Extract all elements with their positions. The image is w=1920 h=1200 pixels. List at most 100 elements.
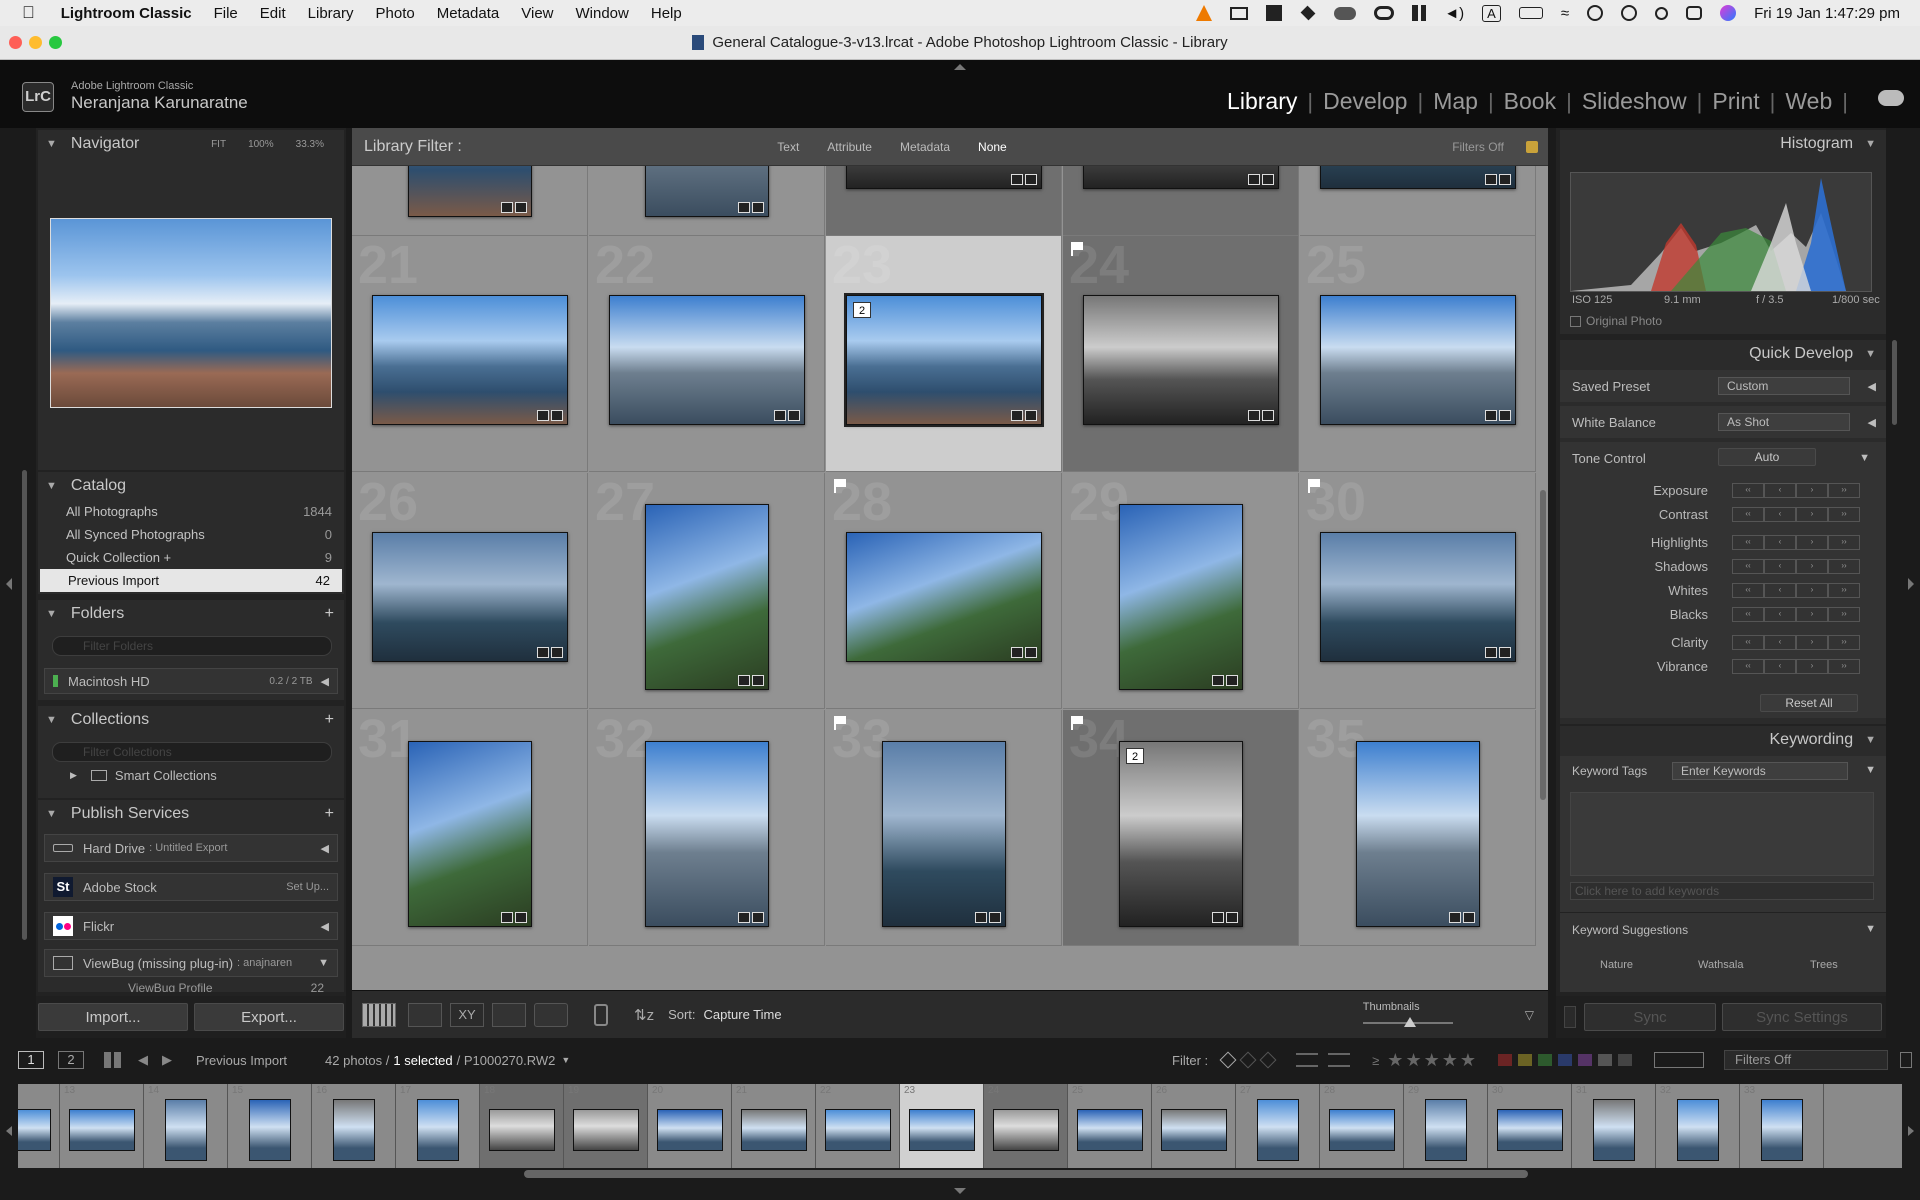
publish-viewbug[interactable]: ViewBug (missing plug-in): anajnaren ▼ xyxy=(44,949,338,977)
creative-cloud-icon[interactable] xyxy=(1374,6,1395,20)
disclosure-triangle-icon[interactable]: ◀ xyxy=(321,675,329,688)
edit-badge-icon[interactable] xyxy=(515,912,527,923)
add-keywords-input[interactable]: Click here to add keywords xyxy=(1570,882,1874,900)
module-slideshow[interactable]: Slideshow xyxy=(1582,88,1687,115)
keyword-suggestion-wathsala[interactable]: Wathsala xyxy=(1698,959,1743,971)
filmstrip-cell[interactable] xyxy=(18,1084,60,1168)
star-icon[interactable]: ★ xyxy=(1442,1050,1458,1070)
module-web[interactable]: Web xyxy=(1785,88,1832,115)
collapse-top-panel-icon[interactable] xyxy=(954,64,966,70)
filmstrip-thumbnail[interactable] xyxy=(489,1109,555,1151)
publish-flickr[interactable]: Flickr ◀ xyxy=(44,912,338,940)
filmstrip-thumbnail[interactable] xyxy=(657,1109,723,1151)
metadata-badge-icon[interactable] xyxy=(738,912,750,923)
photo-thumbnail[interactable] xyxy=(408,741,532,927)
collections-title[interactable]: Collections xyxy=(71,711,149,729)
grid-cell[interactable]: 20 xyxy=(1300,166,1536,236)
histogram-title[interactable]: Histogram xyxy=(1780,135,1853,153)
metadata-badge-icon[interactable] xyxy=(1449,912,1461,923)
edit-badge-icon[interactable] xyxy=(551,647,563,658)
grid-view-icon[interactable] xyxy=(362,1002,396,1027)
filmstrip-thumbnail[interactable] xyxy=(1497,1109,1563,1151)
keyword-tags-textarea[interactable] xyxy=(1570,792,1874,876)
color-label-purple[interactable] xyxy=(1578,1054,1592,1066)
filmstrip-cell[interactable]: 32 xyxy=(1656,1084,1740,1168)
edit-badge-icon[interactable] xyxy=(1262,174,1274,185)
thumbnail-badges[interactable] xyxy=(1485,647,1511,658)
expand-triangle-icon[interactable]: ▶ xyxy=(70,770,77,781)
star-icon[interactable]: ★ xyxy=(1405,1050,1421,1070)
compare-view-icon[interactable]: XY xyxy=(450,1002,484,1027)
menu-app-name[interactable]: Lightroom Classic xyxy=(61,5,192,22)
grid-cell[interactable]: 19 xyxy=(1063,166,1299,236)
small-decrease-button[interactable]: ‹ xyxy=(1764,606,1796,622)
menu-photo[interactable]: Photo xyxy=(376,5,415,22)
zoom-33[interactable]: 33.3% xyxy=(296,139,324,150)
menu-metadata[interactable]: Metadata xyxy=(437,5,500,22)
grid-cell[interactable]: 21 xyxy=(352,236,588,472)
disclosure-triangle-icon[interactable]: ◀ xyxy=(321,842,329,855)
thumbnail-badges[interactable] xyxy=(738,202,764,213)
vlc-icon[interactable] xyxy=(1196,5,1213,21)
photo-thumbnail[interactable] xyxy=(1320,532,1516,662)
catalog-item-all-synced[interactable]: All Synced Photographs 0 xyxy=(38,523,344,546)
filmstrip-thumbnail[interactable] xyxy=(18,1109,51,1151)
white-balance-dropdown[interactable]: As Shot xyxy=(1718,413,1850,431)
filmstrip-thumbnail[interactable] xyxy=(1593,1099,1635,1161)
large-increase-button[interactable]: ›› xyxy=(1828,482,1860,498)
grid-cell[interactable]: 17 xyxy=(589,166,825,236)
thumbnail-badges[interactable] xyxy=(1449,912,1475,923)
small-increase-button[interactable]: › xyxy=(1796,558,1828,574)
keywording-title[interactable]: Keywording xyxy=(1770,731,1854,749)
export-button[interactable]: Export... xyxy=(194,1003,344,1031)
left-panel-scrollbar[interactable] xyxy=(22,470,27,940)
photo-thumbnail[interactable] xyxy=(1356,741,1480,927)
thumbnail-badges[interactable] xyxy=(774,410,800,421)
pick-flag-icon[interactable] xyxy=(834,716,846,730)
metadata-badge-icon[interactable] xyxy=(1485,410,1497,421)
filter-tab-none[interactable]: None xyxy=(978,140,1007,154)
collapse-triangle-icon[interactable]: ▼ xyxy=(46,714,57,726)
small-increase-button[interactable]: › xyxy=(1796,534,1828,550)
filmstrip-thumbnail[interactable] xyxy=(741,1109,807,1151)
small-decrease-button[interactable]: ‹ xyxy=(1764,582,1796,598)
filmstrip-left-arrow[interactable] xyxy=(6,1126,12,1136)
stack-count-badge[interactable]: 2 xyxy=(853,302,871,318)
small-decrease-button[interactable]: ‹ xyxy=(1764,506,1796,522)
disclosure-triangle-icon[interactable]: ▼ xyxy=(318,957,329,969)
edit-badge-icon[interactable] xyxy=(1463,912,1475,923)
screen-mirror-icon[interactable] xyxy=(1230,6,1249,20)
metadata-badge-icon[interactable] xyxy=(1248,174,1260,185)
filter-tab-metadata[interactable]: Metadata xyxy=(900,140,950,154)
filmstrip-cell[interactable]: 18 xyxy=(480,1084,564,1168)
metadata-badge-icon[interactable] xyxy=(774,410,786,421)
people-view-icon[interactable] xyxy=(534,1002,568,1027)
large-increase-button[interactable]: ›› xyxy=(1828,606,1860,622)
filmstrip-cell[interactable]: 25 xyxy=(1068,1084,1152,1168)
filmstrip-cell[interactable]: 31 xyxy=(1572,1084,1656,1168)
small-increase-button[interactable]: › xyxy=(1796,482,1828,498)
viewbug-profile-collection[interactable]: ViewBug Profile 22 xyxy=(128,981,338,992)
large-increase-button[interactable]: ›› xyxy=(1828,534,1860,550)
disclosure-triangle-icon[interactable]: ▼ xyxy=(1865,764,1876,776)
sync-settings-button[interactable]: Sync Settings xyxy=(1722,1003,1882,1031)
edit-filter-icon[interactable] xyxy=(1296,1053,1319,1067)
filmstrip-thumbnail[interactable] xyxy=(165,1099,207,1161)
grid-cell[interactable]: 25 xyxy=(1300,236,1536,472)
thumbnail-badges[interactable] xyxy=(1248,410,1274,421)
spray-can-icon[interactable] xyxy=(594,1003,608,1026)
filmstrip-thumbnail[interactable] xyxy=(993,1109,1059,1151)
filmstrip-scrollbar[interactable] xyxy=(524,1170,1528,1178)
edit-badge-icon[interactable] xyxy=(1499,647,1511,658)
filmstrip-cell[interactable]: 29 xyxy=(1404,1084,1488,1168)
filmstrip-cell[interactable]: 33 xyxy=(1740,1084,1824,1168)
star-icon[interactable]: ★ xyxy=(1387,1050,1403,1070)
thumbnail-badges[interactable] xyxy=(1011,410,1037,421)
thumbnail-badges[interactable] xyxy=(501,912,527,923)
filmstrip-cell[interactable]: 21 xyxy=(732,1084,816,1168)
color-label-custom[interactable] xyxy=(1598,1054,1612,1066)
publish-services-title[interactable]: Publish Services xyxy=(71,805,189,823)
photo-thumbnail[interactable] xyxy=(372,295,568,425)
expand-right-icon[interactable] xyxy=(1908,578,1914,590)
small-decrease-button[interactable]: ‹ xyxy=(1764,534,1796,550)
